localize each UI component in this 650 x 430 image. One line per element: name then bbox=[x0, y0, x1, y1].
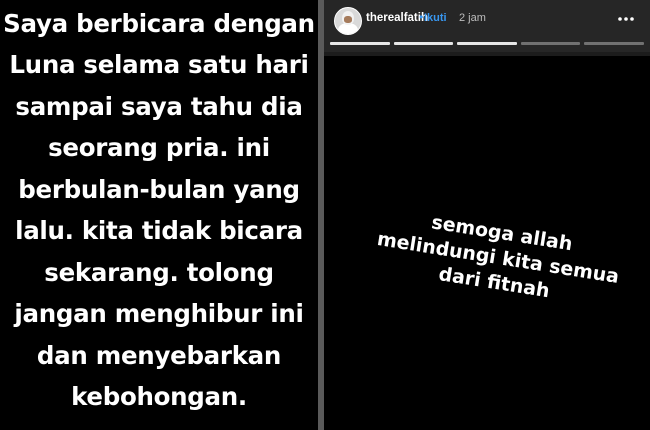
story-progress-bars bbox=[330, 42, 644, 45]
story-progress-segment bbox=[393, 42, 454, 45]
profile-avatar[interactable] bbox=[334, 7, 362, 35]
left-story-text: Saya berbicara dengan Luna selama satu h… bbox=[3, 3, 315, 418]
story-progress-segment bbox=[330, 42, 390, 45]
story-caption: semoga allah melindungi kita semua dari … bbox=[354, 200, 642, 318]
avatar-face-shape bbox=[344, 16, 352, 23]
story-progress-segment bbox=[520, 42, 581, 45]
left-story-panel: Saya berbicara dengan Luna selama satu h… bbox=[0, 0, 318, 430]
right-story-panel[interactable]: therealfatih • Ikuti 2 jam semoga allah … bbox=[324, 0, 650, 430]
left-story-line: jangan menghibur ini bbox=[14, 299, 304, 328]
story-timestamp: 2 jam bbox=[459, 12, 486, 24]
left-story-line: berbulan-bulan yang bbox=[18, 174, 300, 204]
left-story-line: Luna selama satu hari bbox=[9, 50, 309, 79]
left-story-line: seorang pria. ini bbox=[48, 133, 270, 162]
story-header: therealfatih • Ikuti 2 jam bbox=[324, 0, 650, 52]
left-story-line: sekarang. tolong bbox=[44, 257, 274, 287]
left-story-line: sampai saya tahu dia bbox=[15, 91, 303, 121]
follow-button[interactable]: Ikuti bbox=[424, 12, 447, 24]
left-story-line: kebohongan. bbox=[71, 382, 247, 411]
left-story-line: dan menyebarkan bbox=[36, 340, 282, 370]
story-progress-segment bbox=[584, 42, 644, 45]
left-story-line: Saya berbicara dengan bbox=[3, 8, 315, 38]
story-progress-segment bbox=[457, 42, 517, 45]
left-story-line: lalu. kita tidak bicara bbox=[15, 216, 303, 245]
story-content[interactable]: semoga allah melindungi kita semua dari … bbox=[324, 56, 650, 430]
more-horizontal-icon[interactable] bbox=[616, 12, 636, 26]
